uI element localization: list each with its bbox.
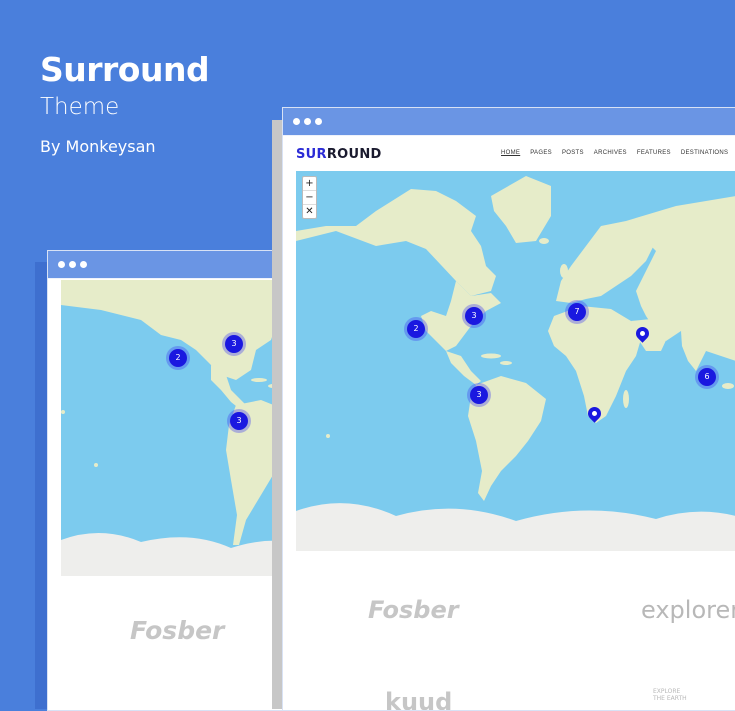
map-zoom-controls: + − ✕ [302, 176, 317, 219]
back-world-map[interactable] [61, 280, 308, 576]
map-cluster-marker[interactable]: 3 [230, 412, 248, 430]
window-dot [304, 118, 311, 125]
nav-home[interactable]: HOME [501, 150, 520, 156]
site-logo-accent: SUR [296, 147, 327, 162]
back-browser-window: 2 3 3 Fosber [47, 250, 308, 711]
site-logo-rest: ROUND [326, 147, 382, 162]
nav-destinations[interactable]: DESTINATIONS [681, 150, 729, 156]
map-cluster-marker[interactable]: 3 [465, 307, 483, 325]
map-cluster-marker[interactable]: 2 [407, 320, 425, 338]
brand-byline: By Monkeysan [40, 137, 156, 156]
map-cluster-marker[interactable]: 7 [568, 303, 586, 321]
window-dot [58, 261, 65, 268]
map-cluster-marker[interactable]: 6 [698, 368, 716, 386]
nav-archives[interactable]: ARCHIVES [594, 150, 627, 156]
window-dot [293, 118, 300, 125]
brand-subtitle: Theme [40, 94, 120, 120]
front-window-titlebar [283, 108, 735, 136]
window-dot [315, 118, 322, 125]
window-dot [69, 261, 76, 268]
window-dot [80, 261, 87, 268]
map-cluster-marker[interactable]: 3 [225, 335, 243, 353]
partner-logo-explore-earth: EXPLORE THE EARTH [653, 688, 687, 702]
map-cluster-marker[interactable]: 3 [470, 386, 488, 404]
zoom-out-button[interactable]: − [303, 191, 316, 205]
brand-block: Surround Theme By Monkeysan [40, 50, 210, 156]
brand-title: Surround [40, 50, 210, 89]
front-world-map[interactable] [296, 171, 735, 551]
window-dots [293, 118, 322, 125]
site-logo[interactable]: SURROUND [296, 147, 382, 162]
partner-logo-fosher: Fosber [368, 596, 459, 624]
back-window-titlebar [48, 251, 308, 279]
reset-map-button[interactable]: ✕ [303, 205, 316, 218]
partner-logo-explore: exploren [641, 596, 735, 624]
site-header: SURROUND HOME PAGES POSTS ARCHIVES FEATU… [283, 136, 735, 171]
main-nav: HOME PAGES POSTS ARCHIVES FEATURES DESTI… [501, 150, 735, 156]
nav-posts[interactable]: POSTS [562, 150, 584, 156]
nav-features[interactable]: FEATURES [637, 150, 671, 156]
nav-pages[interactable]: PAGES [530, 150, 552, 156]
partner-logo-kuu: kuud [385, 688, 453, 711]
front-browser-window: SURROUND HOME PAGES POSTS ARCHIVES FEATU… [282, 107, 735, 711]
window-dots [58, 261, 87, 268]
zoom-in-button[interactable]: + [303, 177, 316, 191]
map-cluster-marker[interactable]: 2 [169, 349, 187, 367]
partner-logo-fosher: Fosber [130, 616, 225, 645]
